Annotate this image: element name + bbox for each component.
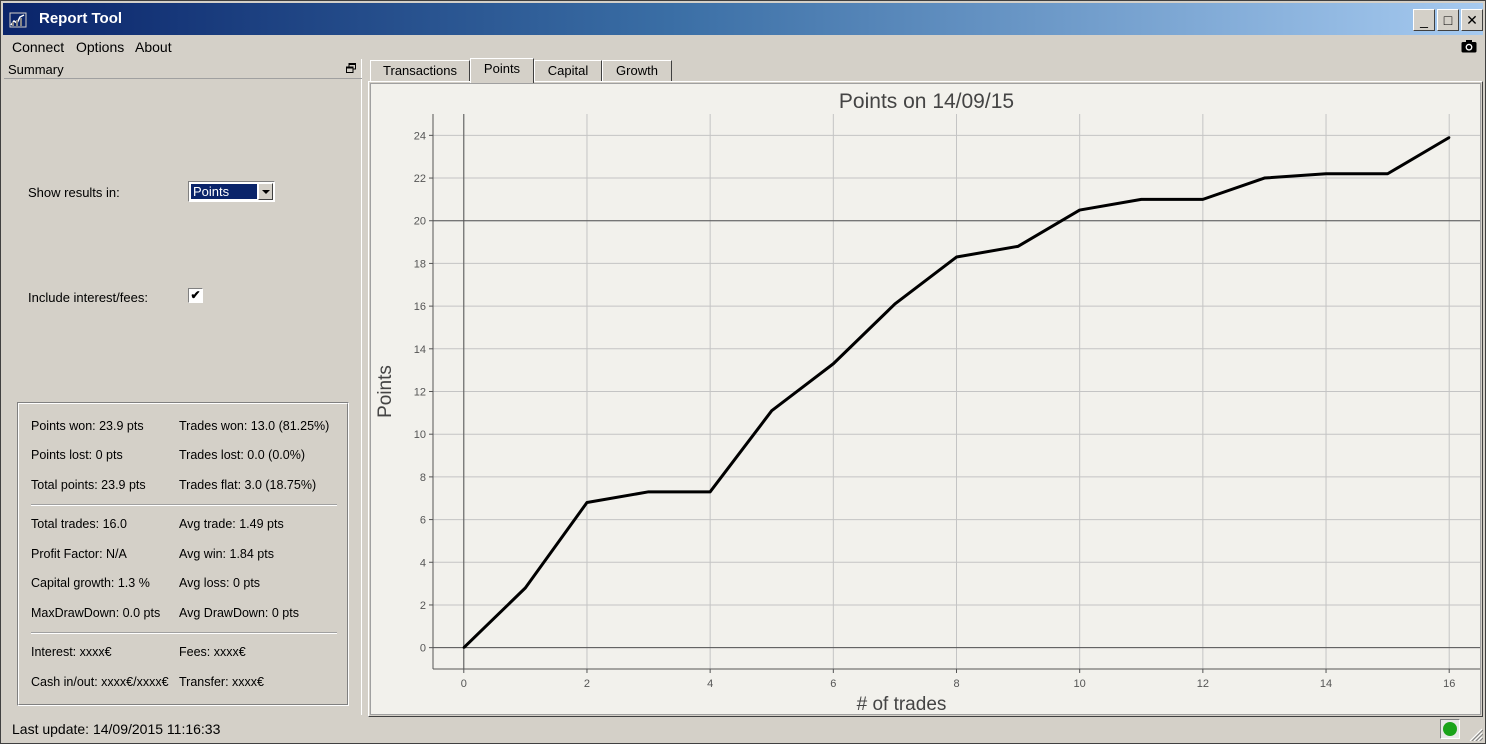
data-point xyxy=(832,362,835,365)
include-fees-checkbox[interactable]: ✔ xyxy=(188,288,203,303)
data-point xyxy=(1078,208,1081,212)
stat-avg-win: Avg win: 1.84 pts xyxy=(179,547,274,561)
chevron-down-icon[interactable] xyxy=(258,183,273,200)
menu-options[interactable]: Options xyxy=(76,39,124,55)
stat-points-won: Points won: 23.9 pts xyxy=(31,419,144,433)
connection-status-icon xyxy=(1440,719,1460,739)
stat-trades-won: Trades won: 13.0 (81.25%) xyxy=(179,419,330,433)
data-point xyxy=(770,409,773,412)
y-axis-label: Points xyxy=(375,365,396,418)
y-tick-label: 0 xyxy=(420,643,426,655)
float-icon[interactable] xyxy=(346,63,356,73)
title-bar[interactable]: Report Tool _ □ ✕ xyxy=(3,3,1483,35)
maximize-button[interactable]: □ xyxy=(1437,9,1459,31)
camera-icon[interactable] xyxy=(1461,39,1477,53)
stat-points-lost: Points lost: 0 pts xyxy=(31,448,123,462)
chart-svg: 0 2 4 6 8 10 12 14 16024681012141618202224Points… xyxy=(375,90,1480,715)
y-tick-label: 4 xyxy=(420,557,426,569)
points-chart: 0 2 4 6 8 10 12 14 16 0 2 4 6 8 10 12 14 16 18 20 22 24 Points… xyxy=(370,83,1481,715)
show-results-label: Show results in: xyxy=(28,185,120,200)
y-tick-label: 24 xyxy=(414,130,426,142)
chart-icon xyxy=(9,12,27,28)
data-point xyxy=(1201,198,1205,201)
stat-avg-drawdown: Avg DrawDown: 0 pts xyxy=(179,606,299,620)
summary-header: Summary xyxy=(4,59,362,79)
stat-transfer: Transfer: xxxx€ xyxy=(179,675,264,689)
y-tick-label: 2 xyxy=(420,600,426,612)
data-point xyxy=(1324,172,1328,175)
data-point xyxy=(1448,136,1451,139)
stat-fees: Fees: xxxx€ xyxy=(179,645,246,659)
report-tool-window: Report Tool _ □ ✕ Connect Options About … xyxy=(0,0,1486,744)
data-point xyxy=(1263,176,1266,180)
stat-cash-inout: Cash in/out: xxxx€/xxxx€ xyxy=(31,675,169,689)
y-tick-label: 16 xyxy=(414,301,426,313)
menu-bar: Connect Options About xyxy=(3,37,1483,57)
data-point xyxy=(1140,198,1143,201)
x-tick-label: 12 xyxy=(1197,678,1209,690)
stat-trades-lost: Trades lost: 0.0 (0.0%) xyxy=(179,448,305,462)
y-tick-label: 6 xyxy=(420,515,426,527)
x-tick-label: 14 xyxy=(1320,678,1332,690)
stat-interest: Interest: xxxx€ xyxy=(31,645,112,659)
stats-divider xyxy=(31,504,337,506)
stat-profit-factor: Profit Factor: N/A xyxy=(31,547,127,561)
data-point xyxy=(647,490,650,494)
y-tick-label: 14 xyxy=(414,344,426,356)
y-tick-label: 10 xyxy=(414,429,426,441)
stat-avg-trade: Avg trade: 1.49 pts xyxy=(179,517,284,531)
data-point xyxy=(585,501,589,504)
summary-panel: Summary Show results in: Points Include … xyxy=(4,59,362,715)
data-point xyxy=(1386,172,1389,175)
stat-total-points: Total points: 23.9 pts xyxy=(31,478,146,492)
x-tick-label: 2 xyxy=(584,678,590,690)
x-axis-label: # of trades xyxy=(857,694,947,715)
stat-avg-loss: Avg loss: 0 pts xyxy=(179,576,261,590)
include-fees-label: Include interest/fees: xyxy=(28,290,148,305)
y-tick-label: 12 xyxy=(414,387,426,399)
chart-title: Points on 14/09/15 xyxy=(839,90,1014,113)
summary-title: Summary xyxy=(8,62,64,77)
y-tick-label: 20 xyxy=(414,216,426,228)
window-title: Report Tool xyxy=(39,10,123,27)
y-tick-label: 18 xyxy=(414,258,426,270)
show-results-select[interactable]: Points xyxy=(188,181,275,202)
stat-trades-flat: Trades flat: 3.0 (18.75%) xyxy=(179,478,317,492)
y-tick-label: 8 xyxy=(420,472,426,484)
stat-capital-growth: Capital growth: 1.3 % xyxy=(31,576,150,590)
status-last-update: Last update: 14/09/2015 11:16:33 xyxy=(12,721,221,737)
stat-total-trades: Total trades: 16.0 xyxy=(31,517,127,531)
menu-about[interactable]: About xyxy=(135,39,172,55)
x-tick-label: 16 xyxy=(1443,678,1455,690)
stats-divider xyxy=(31,632,337,634)
data-point xyxy=(955,255,958,259)
stat-max-drawdown: MaxDrawDown: 0.0 pts xyxy=(31,606,161,620)
minimize-button[interactable]: _ xyxy=(1413,9,1435,31)
menu-connect[interactable]: Connect xyxy=(12,39,64,55)
data-point xyxy=(893,302,897,306)
y-tick-label: 22 xyxy=(414,173,426,185)
resize-grip-icon[interactable] xyxy=(1467,727,1483,741)
stats-box: Points won: 23.9 pts Trades won: 13.0 (8… xyxy=(17,402,349,706)
tab-growth[interactable]: Growth xyxy=(602,60,672,82)
data-point xyxy=(708,490,712,494)
x-tick-label: 8 xyxy=(953,678,959,690)
x-tick-label: 10 xyxy=(1074,678,1086,690)
data-point xyxy=(524,586,527,590)
x-tick-label: 4 xyxy=(707,678,713,690)
tab-points[interactable]: Points xyxy=(470,58,534,83)
x-tick-label: 0 xyxy=(461,678,467,690)
show-results-value: Points xyxy=(191,184,257,199)
data-point xyxy=(1016,245,1020,248)
tab-capital[interactable]: Capital xyxy=(534,60,602,82)
data-point xyxy=(462,646,465,649)
close-button[interactable]: ✕ xyxy=(1461,9,1483,31)
tab-transactions[interactable]: Transactions xyxy=(370,60,470,82)
x-tick-label: 6 xyxy=(830,678,836,690)
